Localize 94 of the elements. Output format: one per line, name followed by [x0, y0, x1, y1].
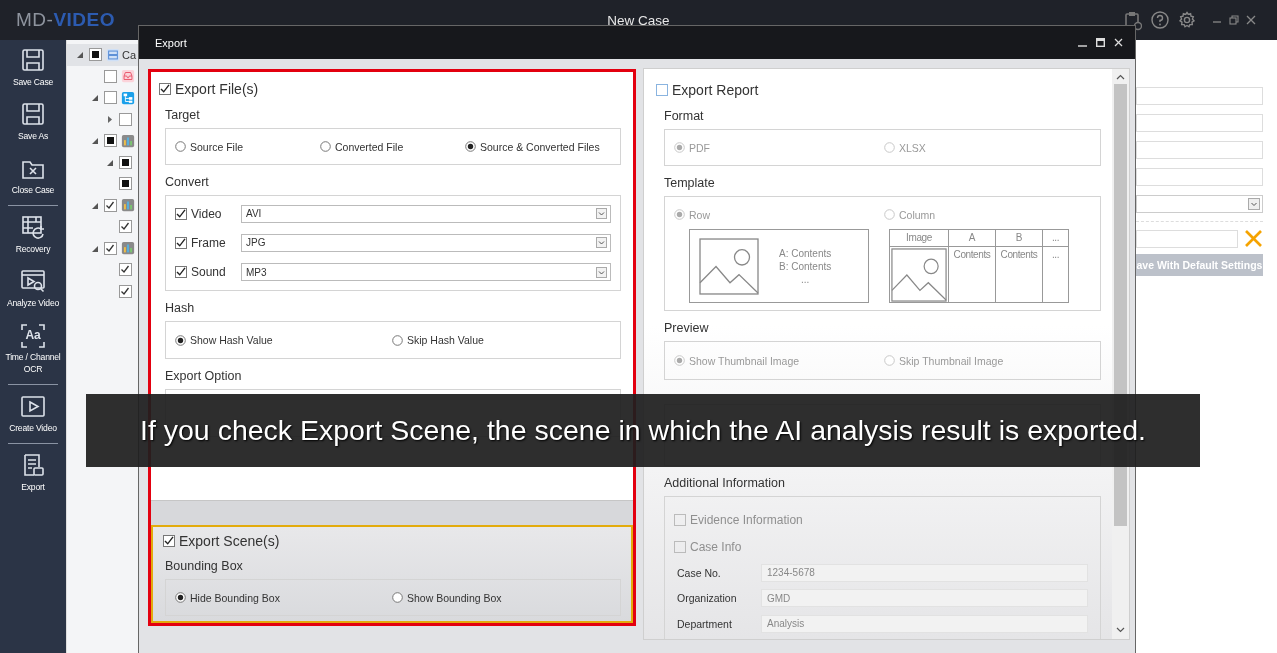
tree-checkbox[interactable]	[119, 220, 132, 234]
bar-chart-icon	[121, 241, 135, 256]
text-field[interactable]	[1136, 114, 1263, 132]
app-logo: MD-VIDEO	[16, 9, 115, 31]
tree-checkbox[interactable]	[119, 155, 132, 169]
stack-icon	[106, 47, 120, 62]
sample-text: A: Contents	[779, 246, 832, 260]
expanded-arrow-icon[interactable]	[106, 158, 113, 166]
settings-icon[interactable]	[1178, 11, 1196, 29]
film-refresh-icon	[19, 214, 47, 242]
dropdown-value: JPG	[246, 237, 266, 249]
expanded-arrow-icon[interactable]	[76, 51, 83, 59]
section-label: Additional Information	[664, 476, 786, 490]
checkbox[interactable]: Video	[175, 206, 241, 221]
subtitle-caption: If you check Export Scene, the scene in which the AI analysis result is exported.	[140, 414, 1146, 447]
field-label: Case No.	[677, 566, 722, 579]
header-cell: ...	[1043, 230, 1068, 247]
header-cell: B	[996, 230, 1043, 247]
sidebar-button[interactable]: Save Case	[2, 45, 64, 92]
text-field[interactable]	[1136, 168, 1263, 186]
tree-checkbox[interactable]	[104, 69, 117, 83]
section-label: Convert	[165, 175, 210, 189]
section-label: Preview	[664, 321, 710, 335]
checkbox[interactable]: Sound	[175, 265, 241, 280]
radio-button[interactable]: Skip Hash Value	[392, 334, 620, 346]
radio-button[interactable]: Source File	[175, 140, 320, 153]
checkbox[interactable]: Export File(s)	[159, 80, 259, 97]
tree-checkbox[interactable]	[104, 91, 117, 105]
expanded-arrow-icon[interactable]	[91, 244, 98, 252]
header-cell: A	[949, 230, 996, 247]
image-placeholder-icon	[891, 248, 947, 302]
maximize-icon[interactable]	[1096, 38, 1105, 47]
dialog-title: Export	[155, 36, 188, 49]
tree-checkbox[interactable]	[119, 112, 132, 126]
sidebar-button[interactable]: Create Video	[2, 391, 64, 438]
tree-checkbox[interactable]	[104, 134, 117, 148]
table-cell: Contents	[949, 247, 996, 303]
image-placeholder-icon	[699, 237, 759, 295]
section-label: Target	[165, 108, 201, 122]
section-label: Bounding Box	[165, 559, 244, 573]
sidebar-button[interactable]: Recovery	[2, 212, 64, 259]
scroll-down-icon[interactable]	[1116, 627, 1125, 633]
dropdown-value: MP3	[246, 266, 267, 278]
section-label: Hash	[165, 301, 196, 315]
text-field[interactable]	[1136, 229, 1238, 248]
radio-button[interactable]: Source & Converted Files	[465, 140, 620, 153]
tree-checkbox[interactable]	[104, 241, 117, 255]
radio-button[interactable]: Show Hash Value	[175, 334, 392, 346]
field-label: Department	[677, 617, 733, 630]
tray-icon	[121, 69, 135, 84]
radio-button[interactable]: Hide Bounding Box	[175, 591, 392, 604]
section-label: Export Option	[165, 369, 243, 383]
header-cell: Image	[890, 230, 949, 247]
sidebar-button[interactable]: Save As	[2, 99, 64, 146]
scroll-up-icon[interactable]	[1116, 74, 1125, 80]
sidebar-button[interactable]: Export	[2, 450, 64, 497]
dropdown-value: AVI	[246, 208, 262, 220]
hierarchy-icon	[121, 90, 135, 105]
radio-button[interactable]: Show Bounding Box	[392, 591, 620, 604]
bar-chart-icon	[121, 198, 135, 213]
tree-row[interactable]: Ca	[67, 44, 140, 66]
checkbox[interactable]: Export Report	[656, 81, 759, 98]
bar-chart-icon	[121, 133, 135, 148]
expanded-arrow-icon[interactable]	[91, 94, 98, 102]
sidebar-button[interactable]: Aa Time / Channel OCR	[2, 320, 64, 379]
window-title: New Case	[607, 13, 670, 28]
table-cell-text: ...	[1050, 248, 1061, 262]
dropdown-field[interactable]	[1136, 195, 1263, 213]
tree-checkbox[interactable]	[104, 198, 117, 212]
radio-button[interactable]: Converted File	[320, 140, 465, 153]
checkbox[interactable]: Frame	[175, 236, 241, 250]
expanded-arrow-icon[interactable]	[91, 137, 98, 145]
tree-checkbox[interactable]	[119, 177, 132, 191]
field-label: Organization	[677, 592, 738, 605]
dropdown-field[interactable]: MP3	[241, 263, 611, 282]
sidebar-button[interactable]: Close Case	[2, 153, 64, 200]
tree-checkbox[interactable]	[119, 263, 132, 277]
sidebar-button[interactable]: Analyze Video	[2, 266, 64, 313]
expanded-arrow-icon[interactable]	[91, 201, 98, 209]
checkbox[interactable]: Export Scene(s)	[163, 532, 280, 549]
collapsed-arrow-icon[interactable]	[106, 115, 113, 123]
restore-icon[interactable]	[1229, 15, 1239, 25]
table-cell: Contents	[996, 247, 1043, 303]
tree-checkbox[interactable]	[119, 284, 132, 298]
dropdown-field[interactable]: AVI	[241, 204, 611, 223]
text-field[interactable]	[1136, 141, 1263, 159]
dropdown-field[interactable]: JPG	[241, 234, 611, 252]
sample-text: ...	[799, 272, 811, 286]
help-icon[interactable]	[1151, 11, 1169, 29]
section-label: Format	[664, 109, 705, 123]
sample-text: B: Contents	[779, 259, 832, 273]
text-field[interactable]	[1136, 87, 1263, 105]
tree-checkbox[interactable]	[89, 48, 102, 62]
section-label: Template	[664, 176, 716, 190]
